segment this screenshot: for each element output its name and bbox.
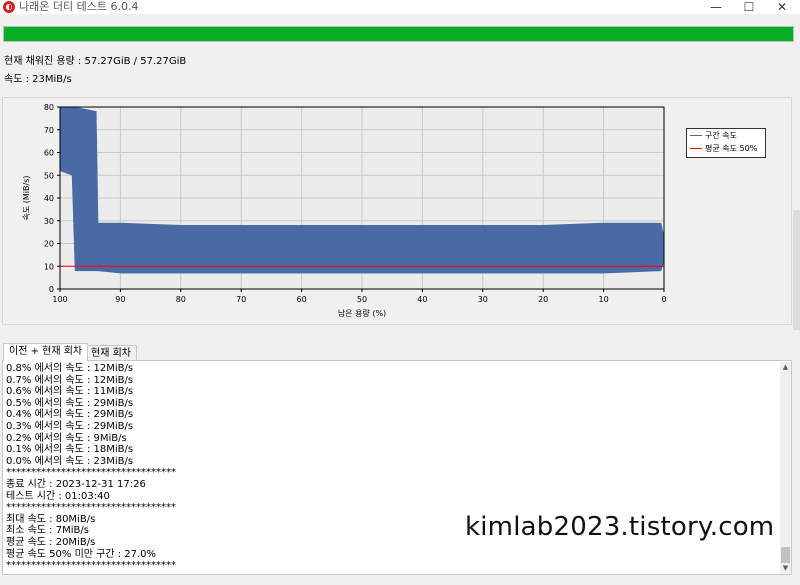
x-tick-label: 90 [115,295,125,304]
log-line: ********************************** [6,467,176,479]
log-line: 0.1% 에서의 속도 : 18MiB/s [6,444,134,456]
log-lines: 0.8% 에서의 속도 : 12MiB/s 0.7% 에서의 속도 : 12MiB… [6,363,176,572]
legend-swatch-interval-speed [690,135,702,136]
legend-item-average-speed: 평균 속도 50% [687,142,765,155]
y-tick-label: 70 [44,126,54,135]
speed-chart: 100 90 80 70 60 50 40 30 20 10 001020304050607080남… [22,103,667,318]
log-line: 평균 속도 50% 미만 구간 : 27.0% [6,548,157,560]
x-tick-label: 50 [357,295,367,304]
scroll-up-arrow-icon[interactable]: ▲ [780,362,791,373]
x-axis-title: 남은 용량 (%) [338,308,386,318]
log-textbox[interactable]: 0.8% 에서의 속도 : 12MiB/s 0.7% 에서의 속도 : 12MiB… [2,360,792,575]
log-line: ********************************** [6,502,176,514]
log-line: 0.0% 에서의 속도 : 23MiB/s [6,455,134,467]
log-line: 최대 속도 : 80MiB/s [6,513,96,525]
log-line: ********************************** [6,560,176,572]
window-edge [793,210,800,330]
y-axis-title: 속도 (MiB/s) [22,176,31,221]
x-tick-label: 100 [52,295,67,304]
x-tick-label: 60 [297,295,307,304]
x-tick-label: 40 [417,295,427,304]
x-tick-label: 20 [538,295,548,304]
log-line: 테스트 시간 : 01:03:40 [6,490,110,502]
tab-previous-and-current[interactable]: 이전 + 현재 회차 [3,343,89,361]
y-tick-label: 30 [44,217,54,226]
legend-label-average-speed: 평균 속도 50% [705,144,758,153]
legend-item-interval-speed: 구간 속도 [687,129,765,142]
y-tick-label: 80 [44,103,54,112]
log-line: 0.3% 에서의 속도 : 29MiB/s [6,420,134,432]
y-tick-label: 0 [49,285,54,294]
x-tick-label: 10 [599,295,609,304]
x-tick-label: 30 [478,295,488,304]
log-scrollbar[interactable]: ▲ ▼ [780,362,791,574]
log-line: 최소 속도 : 7MiB/s [6,525,89,537]
log-line: 0.6% 에서의 속도 : 11MiB/s [6,386,134,398]
log-line: 0.5% 에서의 속도 : 29MiB/s [6,397,134,409]
y-tick-label: 60 [44,149,54,158]
scroll-down-arrow-icon[interactable]: ▼ [780,563,791,574]
x-tick-label: 70 [236,295,246,304]
scroll-thumb[interactable] [781,547,790,563]
log-line: 0.4% 에서의 속도 : 29MiB/s [6,409,134,421]
chart-legend: 구간 속도 평균 속도 50% [686,128,766,158]
legend-label-interval-speed: 구간 속도 [705,131,737,140]
legend-swatch-average-speed [690,148,702,149]
tab-current[interactable]: 현재 회차 [85,345,137,361]
y-tick-label: 20 [44,240,54,249]
watermark-text: kimlab2023.tistory.com [465,512,775,542]
log-line: 종료 시간 : 2023-12-31 17:26 [6,478,146,490]
log-line: 평균 속도 : 20MiB/s [6,536,96,548]
y-tick-label: 50 [44,171,54,180]
y-tick-label: 40 [44,194,54,203]
log-line: 0.2% 에서의 속도 : 9MiB/s [6,432,127,444]
y-tick-label: 10 [44,262,54,271]
x-tick-label: 80 [176,295,186,304]
log-line: 0.7% 에서의 속도 : 12MiB/s [6,374,134,386]
x-tick-label: 0 [661,295,666,304]
log-line: 0.8% 에서의 속도 : 12MiB/s [6,363,134,374]
